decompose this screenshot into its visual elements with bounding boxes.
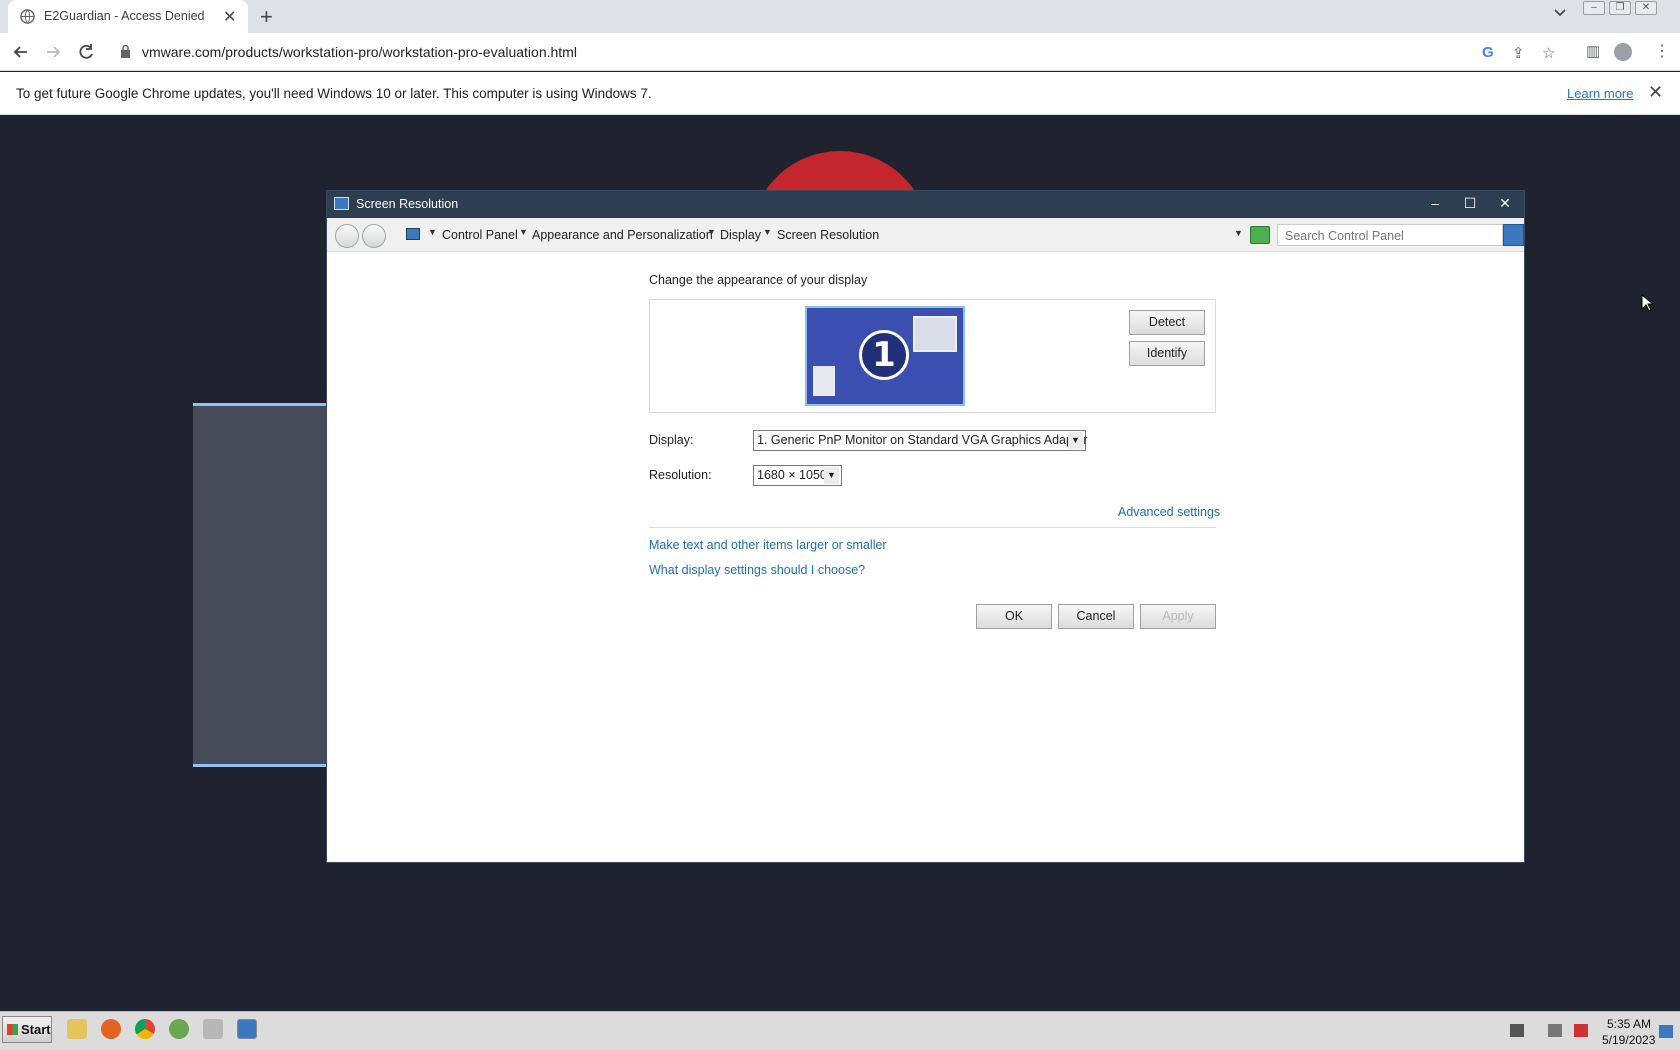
monitor-preview-area: 1 Detect Identify xyxy=(649,299,1216,413)
mouse-cursor-icon xyxy=(1641,294,1653,312)
window-maximize-button[interactable]: ☐ xyxy=(1454,194,1486,215)
globe-icon xyxy=(20,9,35,24)
url-text: vmware.com/products/workstation-pro/work… xyxy=(142,44,577,60)
display-help-link[interactable]: What display settings should I choose? xyxy=(649,563,865,577)
tab-title: E2Guardian - Access Denied xyxy=(44,9,205,23)
start-label: Start xyxy=(21,1022,51,1037)
forward-icon[interactable] xyxy=(43,42,63,62)
window-title-bar[interactable]: Screen Resolution – ☐ ✕ xyxy=(327,191,1524,218)
resolution-select-value: 1680 × 1050 xyxy=(757,468,827,482)
breadcrumb-arrow[interactable]: ▼ xyxy=(707,227,716,237)
account-avatar[interactable] xyxy=(1614,43,1632,61)
page-heading: Change the appearance of your display xyxy=(649,273,868,287)
windows-taskbar: Start 5:35 AM 5/19/2023 xyxy=(0,1011,1680,1050)
chevron-down-icon[interactable]: ▼ xyxy=(1068,432,1083,449)
star-icon[interactable]: ☆ xyxy=(1542,44,1555,62)
chrome-icon[interactable] xyxy=(135,1019,155,1039)
firefox-icon[interactable] xyxy=(101,1019,121,1039)
network-icon[interactable] xyxy=(1548,1024,1562,1037)
share-icon[interactable]: ⇪ xyxy=(1512,44,1525,62)
new-tab-button[interactable]: + xyxy=(260,4,273,30)
volume-muted-icon[interactable] xyxy=(1574,1024,1588,1037)
breadcrumb-arrow[interactable]: ▼ xyxy=(519,227,528,237)
detect-button[interactable]: Detect xyxy=(1129,310,1205,335)
breadcrumb-control-panel[interactable]: Control Panel xyxy=(442,228,518,242)
tab-close-icon[interactable]: ✕ xyxy=(223,7,236,27)
breadcrumb-appearance[interactable]: Appearance and Personalization xyxy=(532,228,713,242)
screen-resolution-task-icon[interactable] xyxy=(237,1019,257,1039)
page-side-panel xyxy=(193,403,333,767)
text-size-link[interactable]: Make text and other items larger or smal… xyxy=(649,538,887,552)
cancel-button[interactable]: Cancel xyxy=(1058,604,1134,629)
app-icon[interactable] xyxy=(169,1019,189,1039)
window-close-button[interactable]: ✕ xyxy=(1489,194,1521,215)
minimize-icon[interactable]: – xyxy=(1583,1,1605,15)
display-select[interactable]: 1. Generic PnP Monitor on Standard VGA G… xyxy=(753,430,1088,451)
breadcrumb-display[interactable]: Display xyxy=(720,228,761,242)
infobar-message: To get future Google Chrome updates, you… xyxy=(16,86,652,101)
breadcrumb-arrow[interactable]: ▼ xyxy=(763,227,772,237)
infobar-close-icon[interactable]: ✕ xyxy=(1648,82,1663,103)
window-minimize-button[interactable]: – xyxy=(1419,194,1451,215)
breadcrumb-root-arrow[interactable]: ▼ xyxy=(428,227,437,237)
divider xyxy=(649,527,1216,528)
restore-icon[interactable]: ❐ xyxy=(1609,1,1631,15)
google-icon[interactable]: G xyxy=(1482,44,1494,61)
tab-strip: E2Guardian - Access Denied ✕ + – ❐ ✕ xyxy=(0,0,1680,33)
menu-icon[interactable]: ⋮ xyxy=(1654,41,1670,61)
search-input[interactable] xyxy=(1285,229,1485,243)
clock-date[interactable]: 5/19/2023 xyxy=(1602,1033,1655,1047)
display-select-value: 1. Generic PnP Monitor on Standard VGA G… xyxy=(757,433,1088,447)
resolution-select[interactable]: 1680 × 1050 ▼ xyxy=(753,465,842,486)
gadget-thumbnail xyxy=(813,366,835,396)
apply-button[interactable]: Apply xyxy=(1140,604,1216,629)
monitor-number: 1 xyxy=(859,330,909,380)
chevron-down-icon[interactable]: ▼ xyxy=(824,467,839,484)
search-icon[interactable] xyxy=(1503,224,1524,246)
tools-icon[interactable] xyxy=(203,1019,223,1039)
start-button[interactable]: Start xyxy=(2,1016,52,1043)
display-icon xyxy=(334,197,349,210)
browser-toolbar: vmware.com/products/workstation-pro/work… xyxy=(0,33,1680,71)
learn-more-link[interactable]: Learn more xyxy=(1567,86,1633,101)
resolution-label: Resolution: xyxy=(649,468,712,482)
screen-resolution-window: Screen Resolution – ☐ ✕ ▼ Control Panel … xyxy=(326,190,1525,863)
show-desktop-icon[interactable] xyxy=(1659,1025,1673,1038)
update-infobar: To get future Google Chrome updates, you… xyxy=(0,72,1680,115)
action-center-icon[interactable] xyxy=(1510,1024,1524,1037)
reload-icon[interactable] xyxy=(76,42,96,62)
monitor-icon[interactable]: 1 xyxy=(805,306,965,406)
clock-time[interactable]: 5:35 AM xyxy=(1607,1017,1651,1031)
close-icon[interactable]: ✕ xyxy=(1635,1,1657,15)
back-icon[interactable] xyxy=(11,42,31,62)
advanced-settings-link[interactable]: Advanced settings xyxy=(1118,505,1220,519)
window-thumbnail xyxy=(913,316,957,352)
back-button[interactable] xyxy=(335,224,359,248)
search-box[interactable] xyxy=(1277,224,1503,246)
lock-icon xyxy=(121,45,130,58)
chevron-down-icon[interactable] xyxy=(1553,6,1567,20)
display-label: Display: xyxy=(649,433,694,447)
tab-e2guardian[interactable]: E2Guardian - Access Denied ✕ xyxy=(8,0,248,33)
breadcrumb-screen-resolution[interactable]: Screen Resolution xyxy=(777,228,879,242)
window-title: Screen Resolution xyxy=(356,197,459,211)
windows-logo-icon xyxy=(7,1024,18,1035)
explorer-icon[interactable] xyxy=(67,1019,87,1039)
address-history-dropdown[interactable]: ▼ xyxy=(1234,228,1243,238)
identify-button[interactable]: Identify xyxy=(1129,341,1205,366)
forward-button[interactable] xyxy=(362,224,386,248)
control-panel-icon xyxy=(406,228,420,240)
refresh-icon[interactable] xyxy=(1250,226,1270,244)
ok-button[interactable]: OK xyxy=(976,604,1052,629)
side-panel-icon[interactable]: ▥ xyxy=(1586,42,1600,60)
explorer-address-bar: ▼ Control Panel ▼ Appearance and Persona… xyxy=(327,218,1524,252)
address-bar[interactable]: vmware.com/products/workstation-pro/work… xyxy=(112,37,1657,67)
